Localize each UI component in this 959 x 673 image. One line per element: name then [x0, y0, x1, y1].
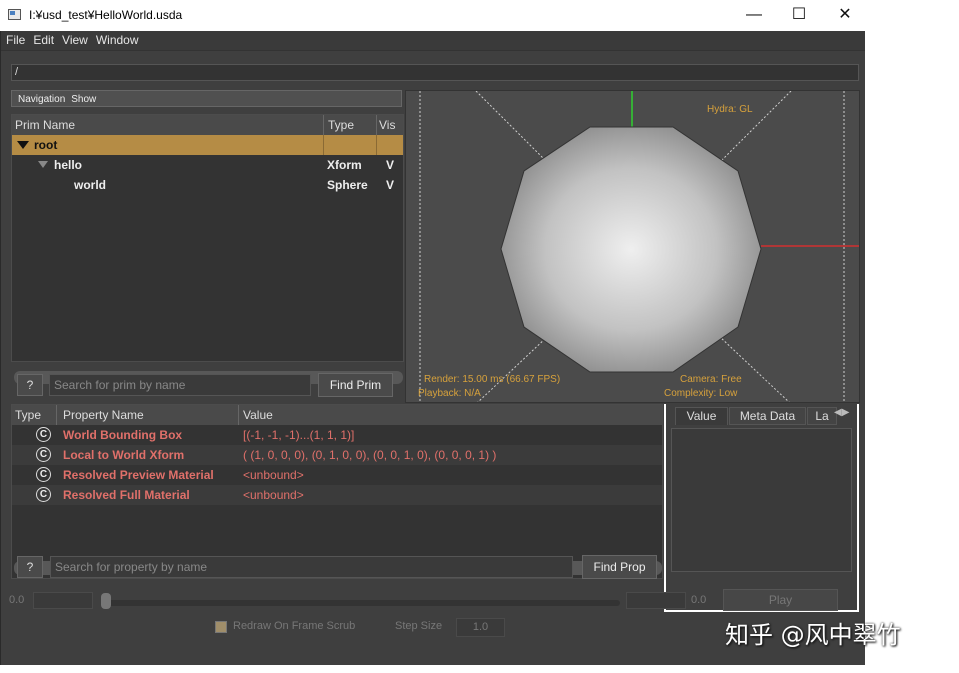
window-titlebar: I:¥usd_test¥HelloWorld.usda — ☐ ✕ — [0, 0, 865, 31]
window-title: I:¥usd_test¥HelloWorld.usda — [29, 8, 183, 22]
expand-arrow-icon[interactable] — [17, 141, 29, 149]
prim-search-bar: ? Search for prim by name Find Prim — [17, 373, 401, 397]
prim-name-header[interactable]: Prim Name — [15, 118, 75, 132]
complexity-label: Complexity: Low — [664, 388, 738, 399]
attribute-inspector: Value Meta Data La ◀▶ — [664, 404, 859, 612]
computed-property-icon: C — [36, 487, 51, 502]
navigation-menu[interactable]: Navigation — [18, 94, 65, 105]
value-header[interactable]: Value — [243, 408, 273, 422]
type-header[interactable]: Type — [328, 118, 354, 132]
property-search-input[interactable]: Search for property by name — [50, 556, 573, 578]
timeline-end-label: 0.0 — [691, 594, 707, 606]
tab-scroll-arrows-icon[interactable]: ◀▶ — [834, 407, 849, 418]
app-icon — [8, 9, 21, 20]
prim-vis-toggle[interactable]: V — [386, 158, 394, 172]
property-row[interactable]: C Local to World Xform ( (1, 0, 0, 0), (… — [12, 445, 662, 465]
tree-row-root[interactable]: root — [12, 135, 403, 155]
playback-stats: Playback: N/A — [418, 388, 481, 399]
tab-layer-stack[interactable]: La — [807, 407, 837, 425]
menu-bar: File Edit View Window — [1, 31, 865, 51]
property-name: Resolved Full Material — [63, 488, 190, 502]
property-row[interactable]: C World Bounding Box [(-1, -1, -1)...(1,… — [12, 425, 662, 445]
range-end-field[interactable] — [626, 592, 686, 609]
type-column-header[interactable]: Type — [15, 408, 41, 422]
tree-row-world[interactable]: world Sphere V — [12, 175, 403, 195]
expand-arrow-icon[interactable] — [38, 161, 48, 168]
inspector-body — [671, 428, 852, 572]
computed-property-icon: C — [36, 447, 51, 462]
prim-tree: Prim Name Type Vis root hello Xform V wo… — [11, 114, 404, 384]
property-row[interactable]: C Resolved Preview Material <unbound> — [12, 465, 662, 485]
play-button[interactable]: Play — [723, 589, 838, 611]
prim-tree-header: Prim Name Type Vis — [12, 115, 403, 135]
prim-help-button[interactable]: ? — [17, 374, 43, 396]
watermark: 知乎 @风中翠竹 — [725, 621, 901, 649]
property-value: <unbound> — [243, 468, 304, 482]
frame-slider-handle[interactable] — [101, 593, 111, 609]
find-prop-button[interactable]: Find Prop — [582, 555, 657, 579]
property-value: [(-1, -1, -1)...(1, 1, 1)] — [243, 428, 355, 442]
usdview-app: File Edit View Window / Navigation Show Prim… — [0, 31, 865, 665]
render-stats: Render: 15.00 ms (66.67 FPS) — [424, 374, 561, 385]
camera-label: Camera: Free — [680, 374, 742, 385]
viewport-canvas — [419, 91, 859, 402]
frame-slider-track[interactable] — [105, 600, 620, 606]
tab-value[interactable]: Value — [675, 407, 728, 425]
property-search-bar: ? Search for property by name Find Prop — [17, 555, 659, 579]
timeline-start-label: 0.0 — [9, 594, 25, 606]
property-name-header[interactable]: Property Name — [63, 408, 144, 422]
close-button[interactable]: ✕ — [831, 4, 859, 26]
tree-row-hello[interactable]: hello Xform V — [12, 155, 403, 175]
hydra-label: Hydra: GL — [707, 104, 753, 115]
menu-file[interactable]: File — [1, 31, 28, 47]
prim-search-input[interactable]: Search for prim by name — [49, 374, 311, 396]
prim-path-field[interactable]: / — [11, 64, 859, 81]
prim-type: Sphere — [327, 178, 368, 192]
redraw-label: Redraw On Frame Scrub — [233, 620, 356, 632]
range-begin-field[interactable] — [33, 592, 93, 609]
menu-window[interactable]: Window — [91, 31, 142, 47]
prim-name: world — [74, 178, 106, 192]
property-value: <unbound> — [243, 488, 304, 502]
menu-view[interactable]: View — [57, 31, 91, 47]
prim-name: hello — [54, 158, 83, 172]
prim-browser: Navigation Show Prim Name Type Vis root h… — [11, 90, 404, 401]
3d-viewport[interactable]: Hydra: GL Render: 15.00 ms (66.67 FPS) P… — [405, 90, 860, 403]
property-panel: Type Property Name Value C World Boundin… — [11, 404, 663, 579]
show-menu[interactable]: Show — [71, 94, 96, 105]
property-name: World Bounding Box — [63, 428, 183, 442]
find-prim-button[interactable]: Find Prim — [318, 373, 393, 397]
property-help-button[interactable]: ? — [17, 556, 43, 578]
prim-type: Xform — [327, 158, 362, 172]
prim-vis-toggle[interactable]: V — [386, 178, 394, 192]
computed-property-icon: C — [36, 427, 51, 442]
property-row[interactable]: C Resolved Full Material <unbound> — [12, 485, 662, 505]
sphere-mesh — [500, 126, 762, 373]
property-header: Type Property Name Value — [12, 405, 662, 425]
property-value: ( (1, 0, 0, 0), (0, 1, 0, 0), (0, 0, 1, … — [243, 448, 497, 462]
vis-header[interactable]: Vis — [379, 118, 395, 132]
property-name: Local to World Xform — [63, 448, 185, 462]
property-name: Resolved Preview Material — [63, 468, 214, 482]
navigation-bar: Navigation Show — [11, 90, 402, 107]
tab-meta-data[interactable]: Meta Data — [729, 407, 806, 425]
menu-edit[interactable]: Edit — [28, 31, 57, 47]
step-size-label: Step Size — [395, 620, 443, 632]
step-size-field[interactable]: 1.0 — [456, 618, 505, 637]
maximize-button[interactable]: ☐ — [785, 4, 813, 26]
prim-name: root — [34, 138, 58, 152]
minimize-button[interactable]: — — [740, 4, 768, 26]
computed-property-icon: C — [36, 467, 51, 482]
redraw-checkbox[interactable] — [215, 621, 227, 633]
